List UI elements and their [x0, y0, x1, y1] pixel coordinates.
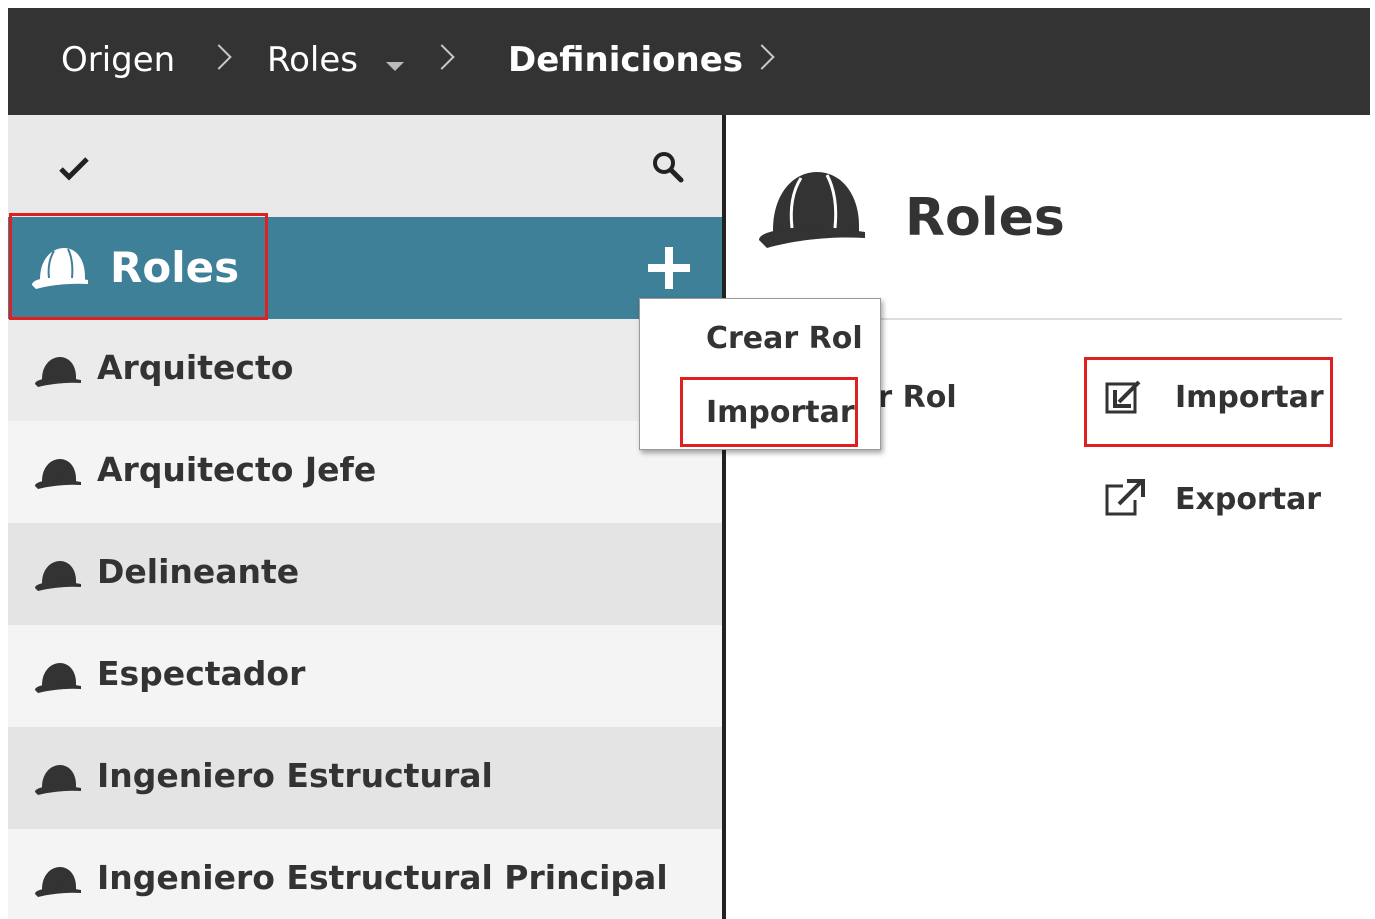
caret-down-icon[interactable] [386, 62, 404, 71]
panel-divider [722, 115, 726, 919]
list-item-label: Espectador [97, 654, 306, 693]
list-item[interactable]: Arquitecto [8, 319, 722, 421]
hardhat-icon [759, 172, 865, 248]
export-action[interactable]: Exportar [1175, 482, 1321, 518]
list-item-label: Delineante [97, 552, 300, 591]
breadcrumb-item-definiciones[interactable]: Definiciones [508, 40, 743, 80]
hardhat-icon [35, 765, 81, 795]
breadcrumb-bar: Origen Roles Definiciones [8, 8, 1370, 115]
list-item[interactable]: Delineante [8, 523, 722, 625]
breadcrumb-separator-icon [206, 44, 232, 70]
breadcrumb-separator-icon [749, 44, 775, 70]
breadcrumb-separator-icon [429, 44, 455, 70]
add-icon[interactable] [648, 247, 690, 289]
list-item[interactable]: Ingeniero Estructural Principal [8, 829, 722, 919]
hardhat-icon [35, 357, 81, 387]
breadcrumb-item-origen[interactable]: Origen [61, 40, 175, 80]
breadcrumb-item-roles[interactable]: Roles [267, 40, 358, 80]
sidebar-toolbar [8, 115, 722, 217]
hardhat-icon [35, 663, 81, 693]
page-title: Roles [905, 188, 1065, 248]
list-item[interactable]: Espectador [8, 625, 722, 727]
check-icon[interactable] [58, 155, 90, 181]
search-icon[interactable] [651, 150, 685, 184]
highlight-roles-header [9, 213, 268, 320]
list-item-label: Arquitecto [97, 348, 294, 387]
hardhat-icon [35, 459, 81, 489]
list-item[interactable]: Ingeniero Estructural [8, 727, 722, 829]
menu-item-create-role[interactable]: Crear Rol [706, 321, 863, 357]
hardhat-icon [35, 867, 81, 897]
list-item[interactable]: Arquitecto Jefe [8, 421, 722, 523]
list-item-label: Ingeniero Estructural Principal [97, 858, 668, 897]
list-item-label: Ingeniero Estructural [97, 756, 493, 795]
highlight-menu-import [680, 377, 858, 447]
hardhat-icon [35, 561, 81, 591]
export-icon[interactable] [1105, 478, 1147, 518]
list-item-label: Arquitecto Jefe [97, 450, 377, 489]
add-dropdown-menu: Crear Rol Importar [639, 298, 881, 450]
highlight-import-action [1084, 357, 1333, 447]
